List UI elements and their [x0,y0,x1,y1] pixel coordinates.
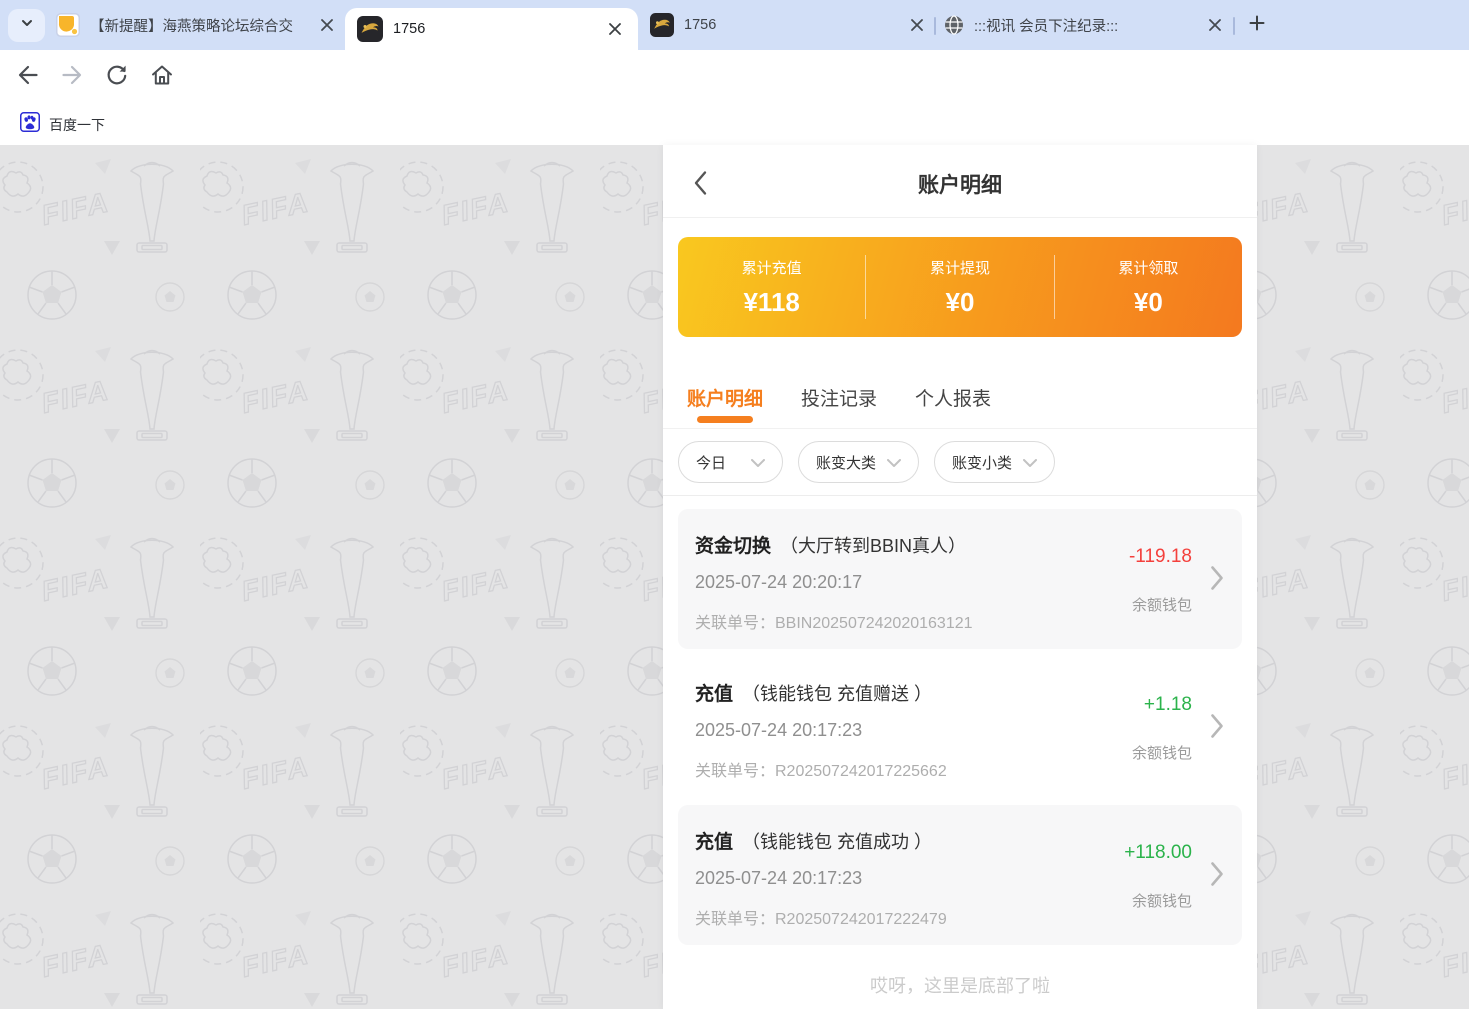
summary-recharge: 累计充值 ¥118 [678,257,865,318]
tab-title: 1756 [684,17,898,33]
new-tab-button[interactable] [1243,11,1271,39]
transaction-wallet: 余额钱包 [1132,742,1192,763]
transaction-type: 充值 [695,684,733,705]
tab-search-button[interactable] [8,9,45,42]
filter-label: 账变大类 [816,452,876,473]
chevron-down-icon [19,15,35,36]
close-icon[interactable] [906,14,928,36]
transaction-amount: -119.18 [1129,546,1192,568]
page-content: FIFA [0,145,1469,1009]
tab-strip: 【新提醒】海燕策略论坛综合交 1756 [0,0,1469,50]
summary-label: 累计充值 [678,257,865,278]
transaction-wallet: 余额钱包 [1132,890,1192,911]
transaction-time: 2025-07-24 20:20:17 [695,572,862,593]
transaction-time: 2025-07-24 20:17:23 [695,868,862,889]
transaction-order-no: 关联单号：R202507242017222479 [695,905,947,929]
summary-value: ¥0 [866,287,1053,318]
site-favicon-icon [357,16,383,42]
chevron-right-icon[interactable] [1210,861,1224,887]
forward-arrow-icon [59,62,85,93]
tab-label: 账户明细 [687,384,763,411]
transaction-wallet: 余额钱包 [1132,594,1192,615]
end-of-list-text: 哎呀，这里是底部了啦 [663,972,1257,998]
chevron-down-icon [751,454,765,471]
transaction-time: 2025-07-24 20:17:23 [695,720,862,741]
summary-claimed: 累计领取 ¥0 [1055,257,1242,318]
transaction-type: 充值 [695,832,733,853]
transaction-row[interactable]: 充值 （钱能钱包 充值赠送 ） 2025-07-24 20:17:23 关联单号：… [678,657,1242,797]
transaction-row[interactable]: 资金切换 （大厅转到BBIN真人） 2025-07-24 20:20:17 关联单… [678,509,1242,649]
close-icon[interactable] [1204,14,1226,36]
back-arrow-icon [15,62,41,93]
filter-label: 账变小类 [952,452,1012,473]
back-button[interactable] [14,63,42,91]
tab-separator [934,17,936,35]
reload-icon [104,62,130,93]
tab-video-records[interactable]: :::视讯 会员下注纪录::: [944,0,1226,50]
bookmark-baidu[interactable]: 百度一下 [14,108,111,141]
reload-button[interactable] [103,63,131,91]
transaction-type: 资金切换 [695,536,771,557]
filter-row: 今日 账变大类 账变小类 [663,429,1257,496]
transaction-desc: （钱能钱包 充值赠送 ） [742,684,932,704]
close-icon[interactable] [316,14,338,36]
forward-button[interactable] [58,63,86,91]
tab-title: 【新提醒】海燕策略论坛综合交 [90,15,308,36]
account-detail-panel: 账户明细 累计充值 ¥118 累计提现 ¥0 累计领取 ¥0 [663,145,1257,1009]
tab-bet-records[interactable]: 投注记录 [801,367,877,428]
browser-toolbar: 175616.cc/reports/index [0,50,1469,104]
tab-title: 1756 [393,21,596,37]
transaction-order-no: 关联单号：BBIN202507242020163121 [695,609,973,633]
site-favicon-icon [650,13,674,37]
transaction-amount: +118.00 [1124,842,1192,864]
filter-minor-category-dropdown[interactable]: 账变小类 [934,441,1055,483]
forum-favicon-icon [56,13,80,37]
summary-label: 累计提现 [866,257,1053,278]
transaction-desc: （大厅转到BBIN真人） [780,536,966,556]
baidu-paw-icon [20,112,40,137]
transaction-row[interactable]: 充值 （钱能钱包 充值成功 ） 2025-07-24 20:17:23 关联单号：… [678,805,1242,945]
tab-separator [1233,17,1235,35]
transaction-desc: （钱能钱包 充值成功 ） [742,832,932,852]
summary-value: ¥118 [678,287,865,318]
chevron-down-icon [1023,454,1037,471]
transaction-list: 资金切换 （大厅转到BBIN真人） 2025-07-24 20:20:17 关联单… [663,496,1257,945]
transaction-amount: +1.18 [1144,694,1192,716]
filter-label: 今日 [696,452,726,473]
globe-icon [944,15,964,35]
panel-header: 账户明细 [663,145,1257,218]
summary-value: ¥0 [1055,287,1242,318]
tab-title: :::视讯 会员下注纪录::: [974,15,1196,36]
summary-card: 累计充值 ¥118 累计提现 ¥0 累计领取 ¥0 [678,237,1242,337]
tab-label: 个人报表 [915,384,991,411]
filter-date-dropdown[interactable]: 今日 [678,441,783,483]
summary-withdraw: 累计提现 ¥0 [866,257,1053,318]
summary-label: 累计领取 [1055,257,1242,278]
report-tabs: 账户明细 投注记录 个人报表 [663,367,1257,429]
tab-forum[interactable]: 【新提醒】海燕策略论坛综合交 [56,0,338,50]
tab-label: 投注记录 [801,384,877,411]
plus-icon [1249,15,1265,36]
chevron-right-icon[interactable] [1210,565,1224,591]
active-tab-underline [697,416,753,423]
tab-account-detail[interactable]: 账户明细 [687,367,763,428]
chevron-down-icon [887,454,901,471]
home-icon [149,62,175,93]
bookmarks-bar: 百度一下 [0,104,1469,145]
filter-major-category-dropdown[interactable]: 账变大类 [798,441,919,483]
page-title: 账户明细 [663,169,1257,199]
tab-personal-report[interactable]: 个人报表 [915,367,991,428]
tab-1756[interactable]: 1756 [650,0,928,50]
chevron-right-icon[interactable] [1210,713,1224,739]
transaction-order-no: 关联单号：R202507242017225662 [695,757,947,781]
close-icon[interactable] [604,18,626,40]
tab-active-1756[interactable]: 1756 [345,8,638,50]
bookmark-label: 百度一下 [49,115,105,135]
home-button[interactable] [148,63,176,91]
browser-window: 【新提醒】海燕策略论坛综合交 1756 [0,0,1469,1009]
